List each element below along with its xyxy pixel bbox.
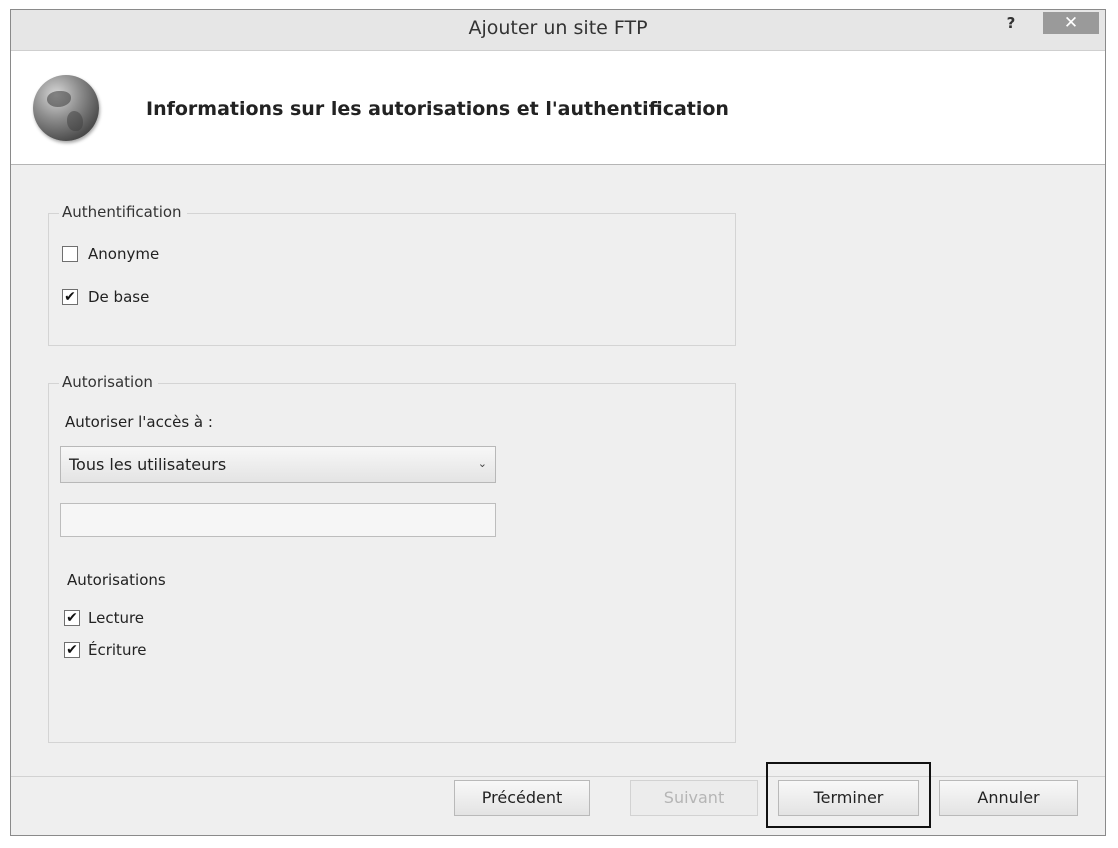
users-roles-input[interactable] <box>60 503 496 537</box>
read-label: Lecture <box>88 609 145 627</box>
authentication-legend: Authentification <box>59 203 187 221</box>
read-checkbox[interactable]: ✔ <box>64 610 80 626</box>
window-title: Ajouter un site FTP <box>468 17 648 39</box>
basic-label: De base <box>88 288 150 306</box>
close-icon: ✕ <box>1063 13 1079 33</box>
authorization-group: Autorisation <box>48 373 736 743</box>
help-button[interactable]: ? <box>997 12 1025 34</box>
allow-access-selected-value: Tous les utilisateurs <box>69 455 227 474</box>
anonymous-checkbox[interactable] <box>62 246 78 262</box>
chevron-down-icon: ⌄ <box>477 457 487 470</box>
previous-button[interactable]: Précédent <box>454 780 590 816</box>
add-ftp-site-dialog: Ajouter un site FTP ? ✕ Informations sur… <box>10 9 1106 836</box>
footer-divider <box>11 776 1105 777</box>
wizard-header: Informations sur les autorisations et l'… <box>11 51 1105 165</box>
write-checkbox[interactable]: ✔ <box>64 642 80 658</box>
authentication-group: Authentification <box>48 203 736 346</box>
title-bar: Ajouter un site FTP ? ✕ <box>11 10 1105 51</box>
globe-icon <box>33 75 99 141</box>
allow-access-dropdown[interactable]: Tous les utilisateurs ⌄ <box>60 446 496 483</box>
anonymous-label: Anonyme <box>88 245 160 263</box>
cancel-button[interactable]: Annuler <box>939 780 1078 816</box>
allow-access-label: Autoriser l'accès à : <box>65 413 213 431</box>
permissions-label: Autorisations <box>67 571 166 589</box>
authorization-legend: Autorisation <box>59 373 158 391</box>
finish-button-highlight-box <box>766 762 931 828</box>
close-button[interactable]: ✕ <box>1043 12 1099 34</box>
basic-checkbox[interactable]: ✔ <box>62 289 78 305</box>
write-label: Écriture <box>88 641 147 659</box>
next-button[interactable]: Suivant <box>630 780 758 816</box>
page-title: Informations sur les autorisations et l'… <box>146 98 729 120</box>
